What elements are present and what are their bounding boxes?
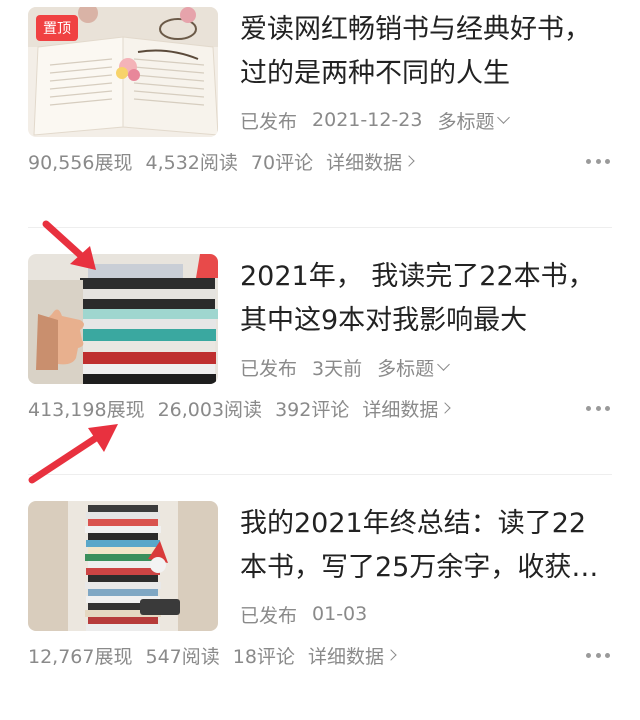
publish-date: 01-03 [312, 603, 368, 625]
more-options-icon[interactable] [586, 404, 610, 412]
article-stats: 90,556展现 4,532阅读 70评论 详细数据 [28, 145, 415, 177]
pinned-badge: 置顶 [36, 15, 78, 41]
publish-date: 2021-12-23 [312, 109, 423, 131]
impressions-count: 12,767展现 [28, 645, 133, 668]
article-card-1[interactable]: 置顶 爱读网红畅销书与经典好书，过的是两种不同的人生 已发布 2021-12-2… [0, 0, 640, 226]
publish-status: 已发布 [240, 110, 298, 133]
multi-title-label: 多标题 [377, 357, 435, 380]
detail-data-link[interactable]: 详细数据 [326, 148, 415, 175]
article-meta: 已发布 01-03 [240, 599, 367, 629]
book-tower-image [28, 501, 218, 631]
reads-count: 547阅读 [145, 645, 220, 668]
article-meta: 已发布 2021-12-23 多标题 [240, 105, 511, 135]
publish-status: 已发布 [240, 357, 298, 380]
more-options-icon[interactable] [586, 651, 610, 659]
multi-title-label: 多标题 [437, 110, 495, 133]
article-title[interactable]: 我的2021年终总结：读了22本书，写了25万余字，收获… [240, 502, 612, 590]
comments-count: 70评论 [250, 151, 314, 174]
article-meta: 已发布 3天前 多标题 [240, 352, 450, 382]
divider [28, 227, 612, 228]
chevron-right-icon [439, 402, 452, 414]
detail-data-label: 详细数据 [362, 398, 439, 421]
book-stack-image [28, 254, 218, 384]
impressions-count: 90,556展现 [28, 151, 133, 174]
detail-data-label: 详细数据 [307, 645, 384, 668]
chevron-down-icon [437, 358, 450, 371]
annotation-arrow-icon [42, 220, 96, 270]
publish-status: 已发布 [240, 604, 298, 627]
article-card-3[interactable]: 我的2021年终总结：读了22本书，写了25万余字，收获… 已发布 01-03 … [0, 494, 640, 720]
reads-count: 4,532阅读 [145, 151, 238, 174]
multi-title-dropdown[interactable]: 多标题 [437, 107, 511, 134]
detail-data-label: 详细数据 [326, 151, 403, 174]
detail-data-link[interactable]: 详细数据 [307, 642, 397, 669]
chevron-right-icon [385, 649, 397, 661]
chevron-down-icon [497, 111, 511, 124]
detail-data-link[interactable]: 详细数据 [362, 395, 452, 422]
article-thumbnail[interactable]: 置顶 [28, 7, 218, 137]
comments-count: 392评论 [275, 398, 350, 421]
article-title[interactable]: 2021年， 我读完了22本书，其中这9本对我影响最大 [240, 255, 612, 343]
reads-count: 26,003阅读 [157, 398, 263, 421]
article-thumbnail[interactable] [28, 254, 218, 384]
annotation-arrow-icon [28, 424, 118, 484]
multi-title-dropdown[interactable]: 多标题 [377, 354, 450, 381]
article-thumbnail[interactable] [28, 501, 218, 631]
more-options-icon[interactable] [586, 157, 610, 165]
comments-count: 18评论 [232, 645, 295, 668]
article-stats: 12,767展现 547阅读 18评论 详细数据 [28, 639, 397, 671]
chevron-right-icon [403, 155, 415, 167]
publish-date: 3天前 [312, 357, 363, 380]
article-title[interactable]: 爱读网红畅销书与经典好书，过的是两种不同的人生 [240, 8, 612, 96]
